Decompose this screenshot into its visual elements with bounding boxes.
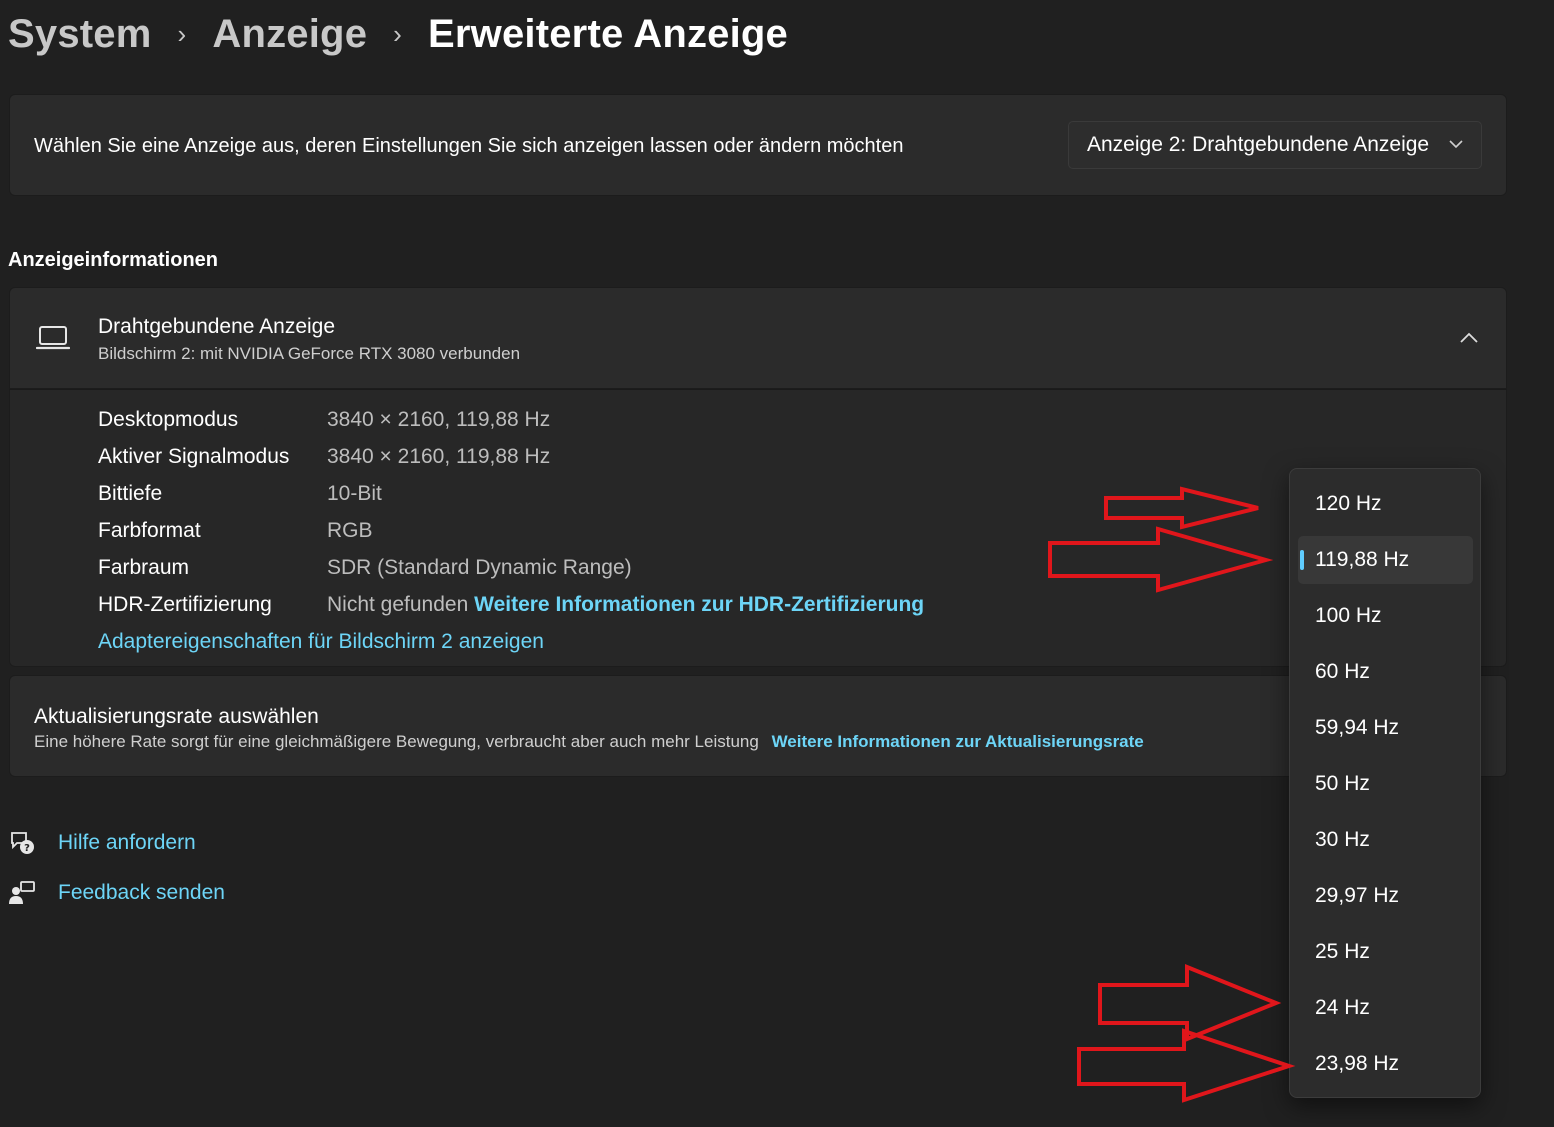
info-label: HDR-Zertifizierung (98, 593, 272, 616)
chevron-up-icon[interactable] (1460, 326, 1478, 349)
refresh-option-label: 59,94 Hz (1315, 716, 1400, 739)
display-select-value: Anzeige 2: Drahtgebundene Anzeige (1087, 133, 1430, 156)
refresh-option-label: 23,98 Hz (1315, 1052, 1400, 1075)
display-info-subtitle: Bildschirm 2: mit NVIDIA GeForce RTX 308… (98, 344, 521, 363)
section-title-display-info: Anzeigeinformationen (8, 249, 219, 271)
refresh-option[interactable]: 30 Hz (1298, 816, 1473, 864)
refresh-rate-title: Aktualisierungsrate auswählen (34, 705, 319, 728)
breadcrumb-anzeige[interactable]: Anzeige (212, 12, 367, 57)
settings-page: System › Anzeige › Erweiterte Anzeige Wä… (0, 0, 1554, 1127)
info-label: Aktiver Signalmodus (98, 445, 290, 468)
info-label: Farbraum (98, 556, 190, 579)
info-label: Farbformat (98, 519, 201, 542)
breadcrumb-separator-icon: › (393, 19, 402, 49)
display-select-prompt: Wählen Sie eine Anzeige aus, deren Einst… (34, 135, 904, 157)
refresh-option[interactable]: 50 Hz (1298, 760, 1473, 808)
info-value: 3840 × 2160, 119,88 Hz (327, 408, 551, 431)
info-label: Bittiefe (98, 482, 163, 505)
hdr-info-link[interactable]: Weitere Informationen zur HDR-Zertifizie… (474, 593, 924, 616)
info-value: 10-Bit (327, 482, 382, 505)
refresh-rate-card: Aktualisierungsrate auswählen Eine höher… (9, 675, 1507, 777)
refresh-option-label: 50 Hz (1315, 772, 1370, 795)
refresh-option[interactable]: 60 Hz (1298, 648, 1473, 696)
help-link-row[interactable]: ? Hilfe anfordern (8, 829, 196, 857)
laptop-icon (35, 324, 71, 352)
feedback-icon (8, 879, 36, 907)
display-info-header[interactable]: Drahtgebundene Anzeige Bildschirm 2: mit… (9, 287, 1507, 389)
refresh-option-label: 30 Hz (1315, 828, 1370, 851)
page-title: Erweiterte Anzeige (428, 12, 789, 56)
display-select-card: Wählen Sie eine Anzeige aus, deren Einst… (9, 94, 1507, 196)
info-value: 3840 × 2160, 119,88 Hz (327, 445, 551, 468)
refresh-option[interactable]: 24 Hz (1298, 984, 1473, 1032)
info-label: Desktopmodus (98, 408, 239, 431)
refresh-option-label: 25 Hz (1315, 940, 1370, 963)
info-value: SDR (Standard Dynamic Range) (327, 556, 632, 579)
chevron-down-icon (1449, 136, 1463, 154)
breadcrumb-separator-icon: › (177, 19, 187, 49)
refresh-option-selected[interactable]: 119,88 Hz (1298, 536, 1473, 584)
refresh-option[interactable]: 29,97 Hz (1298, 872, 1473, 920)
refresh-rate-menu: 120 Hz 119,88 Hz 100 Hz 60 Hz 59,94 Hz 5… (1289, 468, 1481, 1098)
refresh-option[interactable]: 120 Hz (1298, 480, 1473, 528)
refresh-option-label: 60 Hz (1315, 660, 1370, 683)
refresh-rate-description-row: Eine höhere Rate sorgt für eine gleichmä… (34, 732, 1144, 752)
svg-text:?: ? (24, 843, 30, 854)
refresh-option-label: 120 Hz (1315, 492, 1382, 515)
adapter-properties-link[interactable]: Adaptereigenschaften für Bildschirm 2 an… (98, 630, 544, 654)
get-help-link[interactable]: Hilfe anfordern (58, 831, 196, 855)
refresh-option-label: 29,97 Hz (1315, 884, 1400, 907)
refresh-option[interactable]: 23,98 Hz (1298, 1040, 1473, 1088)
feedback-link-row[interactable]: Feedback senden (8, 879, 225, 907)
breadcrumb: System › Anzeige › Erweiterte Anzeige (8, 12, 788, 57)
display-select-dropdown[interactable]: Anzeige 2: Drahtgebundene Anzeige (1068, 121, 1482, 169)
refresh-option-label: 100 Hz (1315, 604, 1382, 627)
arrow-24hz (1098, 964, 1282, 1042)
refresh-option[interactable]: 59,94 Hz (1298, 704, 1473, 752)
refresh-rate-description: Eine höhere Rate sorgt für eine gleichmä… (34, 732, 759, 751)
display-info-body: Desktopmodus 3840 × 2160, 119,88 Hz Akti… (9, 389, 1507, 667)
refresh-option-label: 24 Hz (1315, 996, 1370, 1019)
refresh-option[interactable]: 100 Hz (1298, 592, 1473, 640)
breadcrumb-system[interactable]: System (8, 12, 152, 57)
refresh-option[interactable]: 25 Hz (1298, 928, 1473, 976)
info-value: Nicht gefunden Weitere Informationen zur… (327, 593, 924, 617)
help-chat-icon: ? (8, 829, 36, 857)
info-value: RGB (327, 519, 373, 542)
arrow-2398hz (1077, 1028, 1296, 1103)
feedback-link[interactable]: Feedback senden (58, 881, 225, 905)
refresh-option-label: 119,88 Hz (1315, 548, 1410, 571)
display-info-title: Drahtgebundene Anzeige (98, 315, 336, 338)
hdr-status: Nicht gefunden (327, 593, 469, 616)
refresh-rate-info-link[interactable]: Weitere Informationen zur Aktualisierung… (772, 732, 1144, 751)
selection-indicator (1300, 550, 1304, 570)
